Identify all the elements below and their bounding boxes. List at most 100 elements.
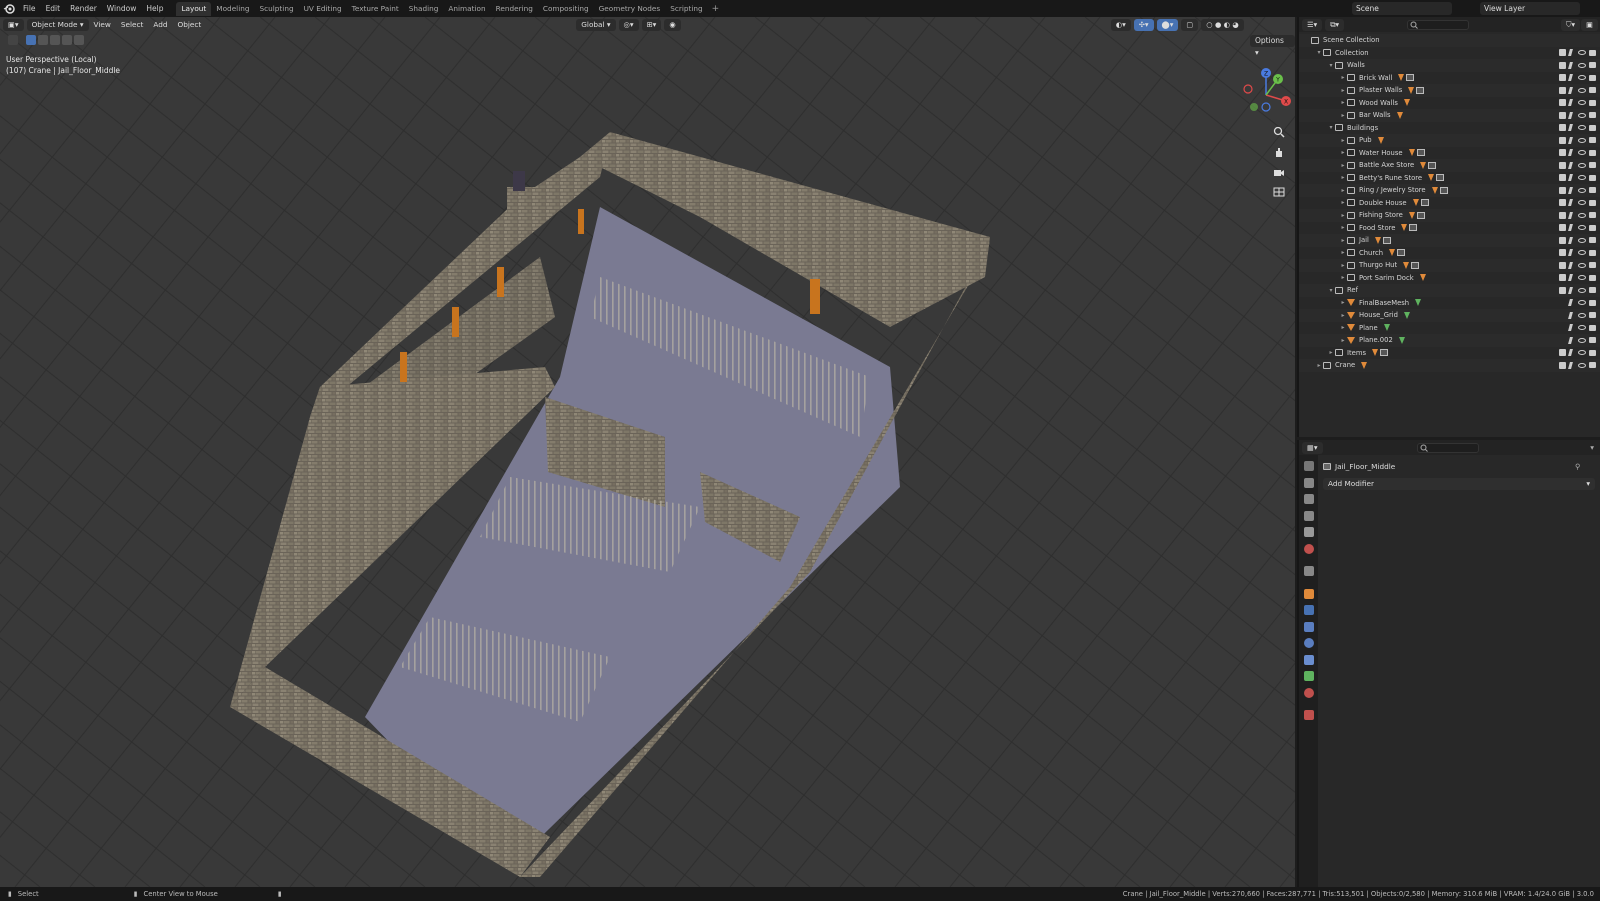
- render-camera-icon[interactable]: [1589, 149, 1596, 156]
- modifiers-tab-icon[interactable]: [1303, 605, 1314, 615]
- eye-icon[interactable]: [1578, 250, 1586, 256]
- torch[interactable]: [400, 352, 407, 382]
- exclude-checkbox[interactable]: [1559, 361, 1566, 369]
- outliner-row-plaster-walls[interactable]: ▸ Plaster Walls: [1299, 84, 1600, 97]
- outliner-search-input[interactable]: [1407, 20, 1469, 30]
- expand-arrow-icon[interactable]: ▸: [1339, 137, 1347, 144]
- navigation-gizmo[interactable]: Z Y X: [1236, 65, 1295, 125]
- expand-arrow-icon[interactable]: ▸: [1339, 224, 1347, 231]
- exclude-checkbox[interactable]: [1559, 99, 1566, 107]
- eye-icon[interactable]: [1578, 150, 1586, 156]
- neg-z-axis-icon[interactable]: [1261, 102, 1271, 112]
- expand-arrow-icon[interactable]: ▸: [1339, 237, 1347, 244]
- tool-toggle-icon[interactable]: [8, 35, 18, 45]
- constraints-tab-icon[interactable]: [1303, 654, 1314, 665]
- eye-icon[interactable]: [1578, 212, 1586, 218]
- selectable-icon[interactable]: [1568, 199, 1576, 207]
- collection-tab-icon[interactable]: [1303, 566, 1314, 576]
- expand-arrow-icon[interactable]: ▸: [1339, 212, 1347, 219]
- object-tab-icon[interactable]: [1303, 588, 1314, 599]
- outliner-row-items[interactable]: ▸ Items: [1299, 347, 1600, 360]
- material-tab-icon[interactable]: [1303, 687, 1314, 698]
- eye-icon[interactable]: [1578, 262, 1586, 268]
- menu-file[interactable]: File: [18, 4, 41, 13]
- chimney-pot[interactable]: [513, 171, 525, 191]
- render-camera-icon[interactable]: [1589, 187, 1596, 194]
- menu-window[interactable]: Window: [102, 4, 142, 13]
- render-camera-icon[interactable]: [1589, 162, 1596, 169]
- expand-arrow-icon[interactable]: ▸: [1339, 99, 1347, 106]
- render-camera-icon[interactable]: [1589, 349, 1596, 356]
- workspace-tab-compositing[interactable]: Compositing: [538, 2, 594, 16]
- pivot-point-icon[interactable]: ◎▾: [618, 18, 639, 31]
- render-camera-icon[interactable]: [1589, 274, 1596, 281]
- exclude-checkbox[interactable]: [1559, 274, 1566, 282]
- selectable-icon[interactable]: [1568, 149, 1576, 157]
- outliner-row-pub[interactable]: ▸ Pub: [1299, 134, 1600, 147]
- workspace-tab-texture-paint[interactable]: Texture Paint: [347, 2, 404, 16]
- viewport-menu-select[interactable]: Select: [116, 20, 149, 29]
- scene-collection-row[interactable]: Scene Collection: [1299, 34, 1600, 47]
- outliner-row-bar-walls[interactable]: ▸ Bar Walls: [1299, 109, 1600, 122]
- torch[interactable]: [578, 209, 584, 234]
- eye-icon[interactable]: [1578, 100, 1586, 106]
- editor-type-button[interactable]: ▣▾: [3, 18, 24, 31]
- select-invert-icon[interactable]: [62, 35, 72, 45]
- workspace-tab-scripting[interactable]: Scripting: [665, 2, 707, 16]
- render-camera-icon[interactable]: [1589, 99, 1596, 106]
- zoom-icon[interactable]: [1272, 125, 1286, 139]
- selectable-icon[interactable]: [1568, 324, 1576, 332]
- expand-arrow-icon[interactable]: ▸: [1339, 324, 1347, 331]
- expand-arrow-icon[interactable]: ▸: [1339, 199, 1347, 206]
- render-camera-icon[interactable]: [1589, 224, 1596, 231]
- selectable-icon[interactable]: [1568, 236, 1576, 244]
- render-camera-icon[interactable]: [1589, 124, 1596, 131]
- 3d-viewport[interactable]: ▣▾ Object Mode ▾ View Select Add Object …: [0, 17, 1295, 887]
- eye-icon[interactable]: [1578, 300, 1586, 306]
- outliner-row-walls[interactable]: ▾ Walls: [1299, 59, 1600, 72]
- view-layer-selector[interactable]: View Layer: [1480, 2, 1580, 15]
- select-extend-icon[interactable]: [38, 35, 48, 45]
- neg-y-axis-icon[interactable]: [1250, 103, 1258, 111]
- select-intersect-icon[interactable]: [74, 35, 84, 45]
- eye-icon[interactable]: [1578, 125, 1586, 131]
- exclude-checkbox[interactable]: [1559, 211, 1566, 219]
- eye-icon[interactable]: [1578, 225, 1586, 231]
- render-camera-icon[interactable]: [1589, 237, 1596, 244]
- eye-icon[interactable]: [1578, 75, 1586, 81]
- selectable-icon[interactable]: [1568, 61, 1576, 69]
- scene-tab-icon[interactable]: [1303, 527, 1314, 537]
- render-tab-icon[interactable]: [1303, 477, 1314, 488]
- exclude-checkbox[interactable]: [1559, 349, 1566, 357]
- eye-icon[interactable]: [1578, 50, 1586, 56]
- select-subtract-icon[interactable]: [50, 35, 60, 45]
- blender-logo-icon[interactable]: [0, 0, 18, 17]
- texture-tab-icon[interactable]: [1303, 710, 1314, 720]
- eye-icon[interactable]: [1578, 325, 1586, 331]
- exclude-checkbox[interactable]: [1559, 149, 1566, 157]
- render-camera-icon[interactable]: [1589, 137, 1596, 144]
- eye-icon[interactable]: [1578, 337, 1586, 343]
- selectable-icon[interactable]: [1568, 86, 1576, 94]
- expand-arrow-icon[interactable]: ▸: [1339, 187, 1347, 194]
- workspace-tab-shading[interactable]: Shading: [404, 2, 444, 16]
- selectable-icon[interactable]: [1568, 224, 1576, 232]
- outliner-row-finalbasemesh[interactable]: ▸ FinalBaseMesh: [1299, 297, 1600, 310]
- exclude-checkbox[interactable]: [1559, 111, 1566, 119]
- render-camera-icon[interactable]: [1589, 249, 1596, 256]
- camera-view-icon[interactable]: [1272, 165, 1286, 179]
- menu-render[interactable]: Render: [65, 4, 102, 13]
- proportional-edit-icon[interactable]: ◉: [664, 18, 681, 31]
- eye-icon[interactable]: [1578, 112, 1586, 118]
- eye-icon[interactable]: [1578, 200, 1586, 206]
- add-modifier-dropdown[interactable]: Add Modifier ▾: [1323, 478, 1595, 490]
- render-camera-icon[interactable]: [1589, 324, 1596, 331]
- select-new-icon[interactable]: [26, 35, 36, 45]
- selectable-icon[interactable]: [1568, 361, 1576, 369]
- expand-arrow-icon[interactable]: ▸: [1315, 362, 1323, 369]
- outliner-row-betty-s-rune-store[interactable]: ▸ Betty's Rune Store: [1299, 172, 1600, 185]
- outliner-row-fishing-store[interactable]: ▸ Fishing Store: [1299, 209, 1600, 222]
- selectable-icon[interactable]: [1568, 261, 1576, 269]
- render-camera-icon[interactable]: [1589, 299, 1596, 306]
- render-camera-icon[interactable]: [1589, 112, 1596, 119]
